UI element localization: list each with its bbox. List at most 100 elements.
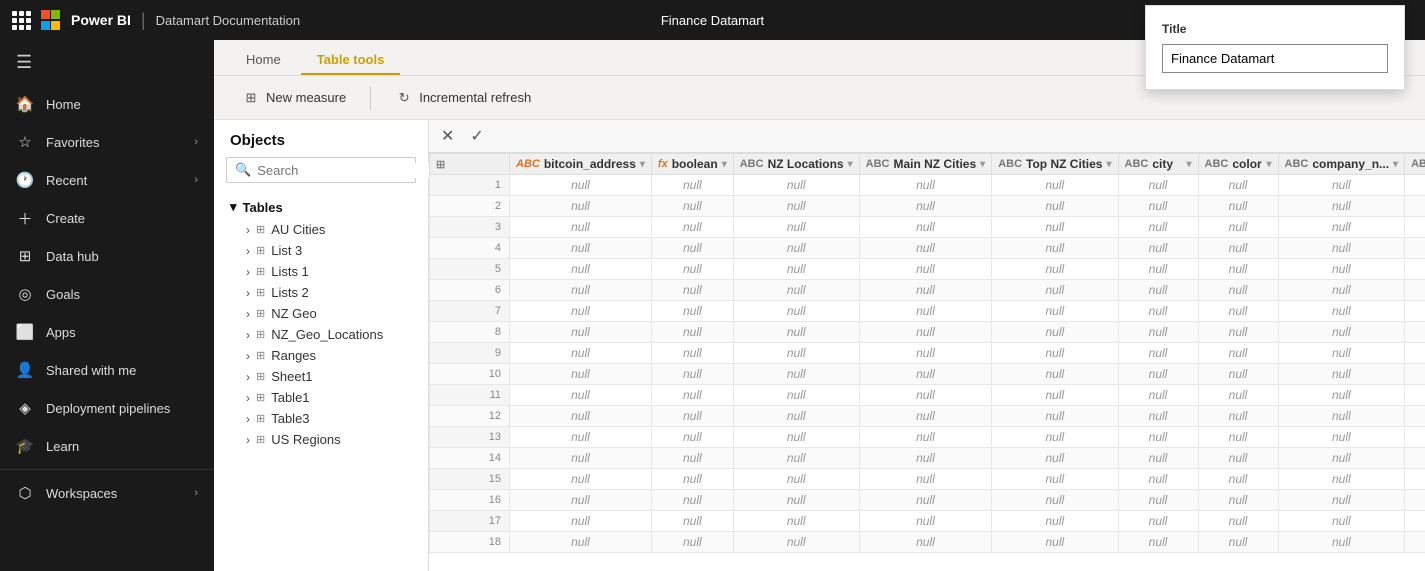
grid-cell[interactable]: null xyxy=(992,217,1118,238)
grid-cell[interactable]: null xyxy=(1405,301,1425,322)
grid-cell[interactable]: null xyxy=(1198,406,1278,427)
col-header-bitcoin[interactable]: ABCbitcoin_address▾ xyxy=(510,154,652,175)
grid-cell[interactable]: null xyxy=(1278,217,1405,238)
grid-cell[interactable]: null xyxy=(1198,427,1278,448)
grid-cell[interactable]: null xyxy=(1405,259,1425,280)
table-item-list3[interactable]: › ⊞ List 3 xyxy=(222,240,420,261)
grid-cell[interactable]: null xyxy=(859,490,992,511)
table-row[interactable]: 18nullnullnullnullnullnullnullnullnullnu… xyxy=(430,532,1425,553)
grid-cell[interactable]: null xyxy=(1198,385,1278,406)
grid-cell[interactable]: null xyxy=(1278,175,1405,196)
grid-cell[interactable]: null xyxy=(992,385,1118,406)
col-header-country[interactable]: ABCcountry▾ xyxy=(1405,154,1425,175)
grid-cell[interactable]: null xyxy=(1118,217,1198,238)
grid-cell[interactable]: null xyxy=(992,448,1118,469)
grid-cell[interactable]: null xyxy=(1118,322,1198,343)
grid-cell[interactable]: null xyxy=(651,406,733,427)
col-dropdown-icon[interactable]: ▾ xyxy=(1266,159,1271,170)
table-row[interactable]: 2nullnullnullnullnullnullnullnullnullnul… xyxy=(430,196,1425,217)
grid-cell[interactable]: null xyxy=(651,175,733,196)
table-row[interactable]: 16nullnullnullnullnullnullnullnullnullnu… xyxy=(430,490,1425,511)
sidebar-item-shared[interactable]: 👤 Shared with me xyxy=(0,351,214,389)
grid-cell[interactable]: null xyxy=(1405,448,1425,469)
grid-cell[interactable]: null xyxy=(510,490,652,511)
table-row[interactable]: 10nullnullnullnullnullnullnullnullnullnu… xyxy=(430,364,1425,385)
grid-cell[interactable]: null xyxy=(651,301,733,322)
col-header-color[interactable]: ABCcolor▾ xyxy=(1198,154,1278,175)
grid-cell[interactable]: null xyxy=(733,259,859,280)
grid-cell[interactable]: null xyxy=(651,196,733,217)
grid-cell[interactable]: null xyxy=(1198,322,1278,343)
grid-cell[interactable]: null xyxy=(992,406,1118,427)
grid-cell[interactable]: null xyxy=(1198,175,1278,196)
grid-cell[interactable]: null xyxy=(510,448,652,469)
grid-cell[interactable]: null xyxy=(1198,217,1278,238)
grid-cell[interactable]: null xyxy=(1198,532,1278,553)
grid-cell[interactable]: null xyxy=(1278,259,1405,280)
table-row[interactable]: 3nullnullnullnullnullnullnullnullnullnul… xyxy=(430,217,1425,238)
grid-cell[interactable]: null xyxy=(510,259,652,280)
grid-cell[interactable]: null xyxy=(510,343,652,364)
grid-cell[interactable]: null xyxy=(1118,175,1198,196)
grid-cell[interactable]: null xyxy=(651,238,733,259)
grid-cell[interactable]: null xyxy=(1118,385,1198,406)
grid-cell[interactable]: null xyxy=(992,196,1118,217)
grid-cell[interactable]: null xyxy=(1118,238,1198,259)
grid-cell[interactable]: null xyxy=(992,427,1118,448)
table-row[interactable]: 15nullnullnullnullnullnullnullnullnullnu… xyxy=(430,469,1425,490)
grid-cell[interactable]: null xyxy=(733,175,859,196)
grid-cell[interactable]: null xyxy=(510,217,652,238)
grid-cell[interactable]: null xyxy=(1198,238,1278,259)
grid-cell[interactable]: null xyxy=(651,322,733,343)
table-row[interactable]: 11nullnullnullnullnullnullnullnullnullnu… xyxy=(430,385,1425,406)
grid-cell[interactable]: null xyxy=(1198,196,1278,217)
grid-cell[interactable]: null xyxy=(1198,448,1278,469)
grid-cell[interactable]: null xyxy=(651,511,733,532)
grid-cell[interactable]: null xyxy=(733,448,859,469)
col-header-nzlocations[interactable]: ABCNZ Locations▾ xyxy=(733,154,859,175)
tab-home[interactable]: Home xyxy=(230,46,297,75)
grid-cell[interactable]: null xyxy=(1198,469,1278,490)
grid-cell[interactable]: null xyxy=(1118,469,1198,490)
grid-cell[interactable]: null xyxy=(1405,364,1425,385)
grid-cell[interactable]: null xyxy=(1118,364,1198,385)
table-row[interactable]: 8nullnullnullnullnullnullnullnullnullnul… xyxy=(430,322,1425,343)
grid-cell[interactable]: null xyxy=(859,448,992,469)
grid-cell[interactable]: null xyxy=(992,322,1118,343)
table-item-nzgeolocations[interactable]: › ⊞ NZ_Geo_Locations xyxy=(222,324,420,345)
tables-header[interactable]: ▾ Tables xyxy=(222,195,420,219)
grid-cell[interactable]: null xyxy=(859,259,992,280)
table-item-nzgeo[interactable]: › ⊞ NZ Geo xyxy=(222,303,420,324)
table-item-table3[interactable]: › ⊞ Table3 xyxy=(222,408,420,429)
grid-cell[interactable]: null xyxy=(651,490,733,511)
grid-cell[interactable]: null xyxy=(1118,280,1198,301)
grid-cell[interactable]: null xyxy=(510,364,652,385)
col-dropdown-icon[interactable]: ▾ xyxy=(980,159,985,170)
grid-cell[interactable]: null xyxy=(1278,469,1405,490)
grid-cell[interactable]: null xyxy=(510,385,652,406)
col-header-topnzcities[interactable]: ABCTop NZ Cities▾ xyxy=(992,154,1118,175)
table-item-table1[interactable]: › ⊞ Table1 xyxy=(222,387,420,408)
grid-cell[interactable]: null xyxy=(1278,511,1405,532)
grid-cell[interactable]: null xyxy=(510,322,652,343)
grid-cell[interactable]: null xyxy=(1278,385,1405,406)
grid-cell[interactable]: null xyxy=(733,427,859,448)
col-dropdown-icon[interactable]: ▾ xyxy=(1393,159,1398,170)
grid-cell[interactable]: null xyxy=(1278,406,1405,427)
grid-cell[interactable]: null xyxy=(733,511,859,532)
grid-cell[interactable]: null xyxy=(859,301,992,322)
grid-cell[interactable]: null xyxy=(1118,490,1198,511)
grid-cell[interactable]: null xyxy=(859,364,992,385)
grid-cell[interactable]: null xyxy=(510,469,652,490)
grid-cell[interactable]: null xyxy=(1278,322,1405,343)
grid-cell[interactable]: null xyxy=(1405,280,1425,301)
grid-cell[interactable]: null xyxy=(859,406,992,427)
table-row[interactable]: 4nullnullnullnullnullnullnullnullnullnul… xyxy=(430,238,1425,259)
grid-cell[interactable]: null xyxy=(1118,406,1198,427)
col-dropdown-icon[interactable]: ▾ xyxy=(848,159,853,170)
grid-cell[interactable]: null xyxy=(1278,490,1405,511)
grid-cell[interactable]: null xyxy=(859,175,992,196)
grid-cell[interactable]: null xyxy=(859,196,992,217)
sidebar-item-favorites[interactable]: ☆ Favorites › xyxy=(0,123,214,161)
grid-cell[interactable]: null xyxy=(510,406,652,427)
